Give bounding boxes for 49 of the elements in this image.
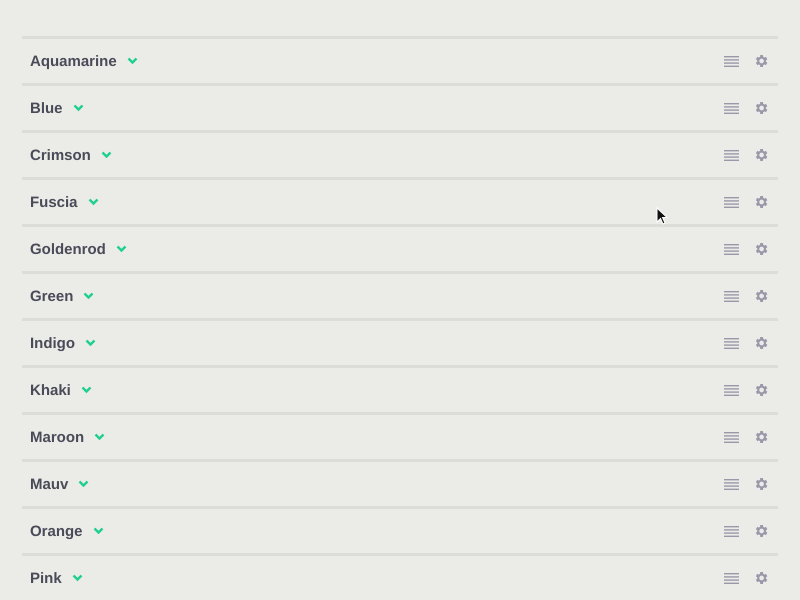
settings-icon[interactable] bbox=[753, 194, 769, 210]
settings-icon[interactable] bbox=[753, 241, 769, 257]
menu-icon[interactable] bbox=[724, 384, 739, 396]
chevron-icon[interactable] bbox=[116, 245, 127, 253]
row-name: Crimson bbox=[30, 146, 91, 164]
settings-icon[interactable] bbox=[753, 382, 769, 398]
row-name: Maroon bbox=[30, 428, 84, 446]
chevron-icon[interactable] bbox=[92, 527, 104, 535]
chevron-icon[interactable] bbox=[85, 339, 96, 347]
menu-icon[interactable] bbox=[724, 526, 739, 536]
menu-icon[interactable] bbox=[724, 432, 739, 442]
row-name: Pink bbox=[30, 570, 62, 586]
menu-icon[interactable] bbox=[724, 338, 739, 348]
row-name: Indigo bbox=[30, 334, 75, 352]
row-name: Goldenrod bbox=[30, 240, 106, 258]
menu-icon[interactable] bbox=[724, 150, 739, 160]
settings-icon[interactable] bbox=[753, 570, 769, 586]
row-name: Blue bbox=[30, 100, 63, 116]
settings-icon[interactable] bbox=[753, 288, 769, 304]
settings-icon[interactable] bbox=[753, 147, 769, 163]
row-name: Mauv bbox=[30, 476, 68, 492]
settings-icon[interactable] bbox=[753, 523, 769, 539]
settings-icon[interactable] bbox=[753, 53, 769, 69]
settings-icon[interactable] bbox=[753, 335, 769, 351]
chevron-icon[interactable] bbox=[94, 433, 106, 441]
menu-icon[interactable] bbox=[724, 56, 739, 66]
chevron-icon[interactable] bbox=[100, 151, 112, 159]
row-name: Aquamarine bbox=[30, 52, 117, 70]
settings-icon[interactable] bbox=[753, 100, 769, 116]
settings-icon[interactable] bbox=[753, 476, 769, 492]
menu-icon[interactable] bbox=[724, 478, 739, 490]
chevron-icon[interactable] bbox=[83, 292, 94, 300]
row-name: Green bbox=[30, 288, 74, 304]
chevron-icon[interactable] bbox=[72, 574, 83, 582]
chevron-icon[interactable] bbox=[80, 386, 92, 394]
row-name: Fuscia bbox=[30, 194, 78, 210]
chevron-icon[interactable] bbox=[126, 57, 138, 65]
settings-icon[interactable] bbox=[753, 429, 769, 445]
menu-icon[interactable] bbox=[724, 244, 739, 254]
cursor-icon bbox=[656, 207, 668, 225]
chevron-icon[interactable] bbox=[72, 104, 84, 112]
row-name: Orange bbox=[30, 522, 83, 540]
chevron-icon[interactable] bbox=[78, 480, 90, 488]
chevron-icon[interactable] bbox=[88, 198, 99, 206]
menu-icon[interactable] bbox=[724, 196, 739, 208]
row-name: Khaki bbox=[30, 382, 71, 398]
menu-icon[interactable] bbox=[724, 572, 739, 584]
menu-icon[interactable] bbox=[724, 102, 739, 114]
menu-icon[interactable] bbox=[724, 290, 739, 302]
